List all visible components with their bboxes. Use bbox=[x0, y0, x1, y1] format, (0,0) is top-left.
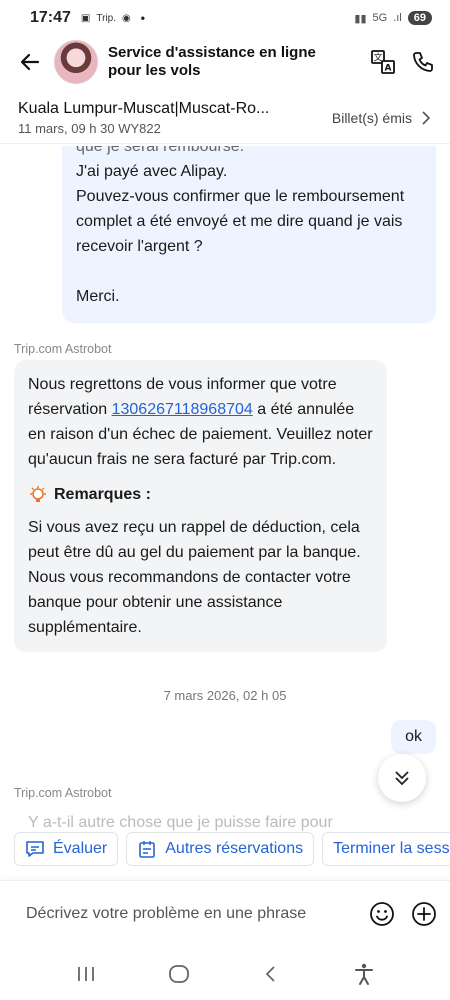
plus-circle-icon bbox=[412, 901, 436, 926]
message-line: Merci. bbox=[76, 288, 120, 305]
bot-sender-label: Trip.com Astrobot bbox=[14, 786, 112, 800]
input-actions bbox=[368, 900, 438, 928]
call-button[interactable] bbox=[410, 49, 436, 75]
bot-message-preview: Y a-t-il autre chose que je puisse faire… bbox=[28, 814, 333, 831]
lightbulb-icon bbox=[30, 485, 46, 502]
chevron-left-icon bbox=[265, 966, 275, 982]
end-session-button[interactable]: Terminer la session bbox=[322, 832, 450, 866]
translate-icon: 文 A bbox=[371, 50, 395, 74]
status-right: ▮▮ 5G .ıl 69 bbox=[354, 11, 432, 25]
chat-area[interactable]: que je serai remboursé. J'ai payé avec A… bbox=[0, 146, 450, 836]
message-line bbox=[76, 259, 420, 284]
wifi-5g-icon: 5G bbox=[372, 12, 388, 24]
user-message: que je serai remboursé. J'ai payé avec A… bbox=[62, 146, 436, 323]
rate-icon bbox=[26, 841, 44, 857]
notification-dot-icon: • bbox=[140, 11, 145, 25]
svg-text:A: A bbox=[385, 64, 392, 74]
status-time: 17:47 bbox=[30, 9, 71, 26]
home-icon bbox=[168, 965, 189, 983]
other-bookings-button[interactable]: Autres réservations bbox=[126, 832, 315, 866]
remarks-title: Remarques : bbox=[54, 486, 151, 503]
system-nav-bar bbox=[0, 948, 450, 1000]
user-reply: ok bbox=[391, 720, 436, 754]
date-separator: 7 mars 2026, 02 h 05 bbox=[163, 688, 287, 703]
booking-route: Kuala Lumpur-Muscat|Muscat-Ro... bbox=[18, 99, 270, 117]
accessibility-button[interactable] bbox=[346, 956, 382, 992]
booking-number-link[interactable]: 1306267118968704 bbox=[112, 401, 253, 418]
recent-apps-icon bbox=[78, 967, 95, 981]
booking-status: Billet(s) émis bbox=[332, 110, 432, 126]
quick-actions: Évaluer Autres réservations Terminer la … bbox=[0, 832, 450, 868]
signal-icon: .ıl bbox=[393, 12, 402, 24]
emoji-icon bbox=[370, 901, 394, 926]
end-session-label: Terminer la session bbox=[333, 840, 450, 857]
rate-button[interactable]: Évaluer bbox=[14, 832, 119, 866]
chevron-right-icon bbox=[422, 110, 431, 125]
double-chevron-down-icon bbox=[395, 771, 409, 786]
bot-intro: Nous regrettons de vous informer que vot… bbox=[28, 372, 373, 472]
accessibility-icon bbox=[354, 963, 373, 985]
screenshot-icon: ▣ bbox=[80, 12, 91, 24]
trip-notification-icon: Trip. bbox=[96, 12, 117, 24]
bot-sender-label: Trip.com Astrobot bbox=[14, 342, 112, 356]
booking-info: Kuala Lumpur-Muscat|Muscat-Ro... 11 mars… bbox=[18, 100, 269, 136]
scroll-to-bottom-button[interactable] bbox=[378, 754, 426, 802]
message-line: J'ai payé avec Alipay. bbox=[76, 163, 228, 180]
status-bar: 17:47 ▣ Trip. ◉ • ▮▮ 5G .ıl 69 bbox=[0, 0, 450, 36]
message-line: que je serai remboursé. bbox=[76, 146, 245, 155]
booking-details: 11 mars, 09 h 30 WY822 bbox=[18, 120, 161, 136]
calendar-icon bbox=[139, 841, 156, 858]
message-input[interactable] bbox=[26, 904, 346, 923]
rate-label: Évaluer bbox=[53, 840, 108, 857]
emoji-button[interactable] bbox=[368, 900, 396, 928]
add-attachment-button[interactable] bbox=[410, 900, 438, 928]
home-button[interactable] bbox=[161, 956, 197, 992]
battery-icon: 69 bbox=[407, 11, 432, 25]
mute-signal-icon: ▮▮ bbox=[354, 12, 367, 25]
booking-summary[interactable]: Kuala Lumpur-Muscat|Muscat-Ro... 11 mars… bbox=[0, 92, 450, 144]
bot-message: Nous regrettons de vous informer que vot… bbox=[14, 360, 387, 652]
messenger-icon: ◉ bbox=[122, 12, 131, 24]
page-title: Service d'assistance en ligne pour les v… bbox=[108, 44, 316, 79]
arrow-left-icon bbox=[20, 53, 40, 71]
back-button[interactable] bbox=[14, 46, 46, 78]
remarks-body: Si vous avez reçu un rappel de déduction… bbox=[28, 519, 361, 636]
phone-icon bbox=[413, 52, 433, 72]
translate-button[interactable]: 文 A bbox=[370, 49, 396, 75]
remarks-heading: Remarques : bbox=[28, 482, 373, 507]
message-input-bar bbox=[0, 880, 450, 946]
other-bookings-label: Autres réservations bbox=[165, 840, 304, 857]
booking-status-label: Billet(s) émis bbox=[331, 109, 412, 126]
back-nav-button[interactable] bbox=[253, 956, 289, 992]
recent-apps-button[interactable] bbox=[68, 956, 104, 992]
header-actions: 文 A bbox=[370, 49, 436, 75]
message-line: Pouvez-vous confirmer que le rembourseme… bbox=[76, 188, 405, 255]
chat-header: Service d'assistance en ligne pour les v… bbox=[0, 36, 450, 88]
agent-avatar bbox=[54, 40, 98, 84]
